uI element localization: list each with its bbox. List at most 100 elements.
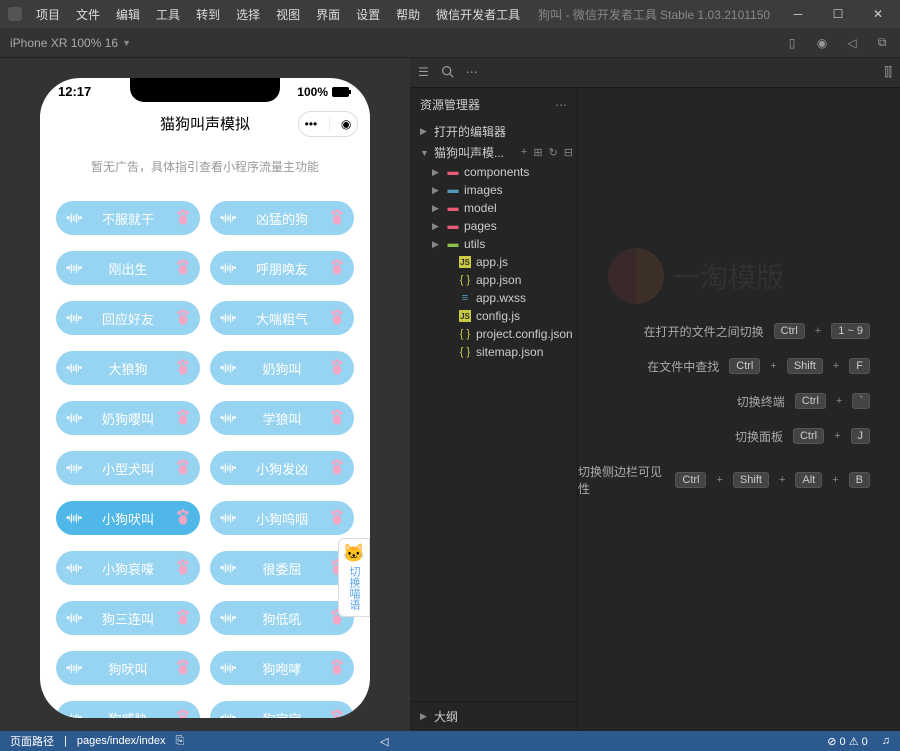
close-button[interactable]: ✕ [864, 4, 892, 24]
shortcut-row: 切换终端Ctrl+` [737, 393, 870, 410]
ad-placeholder: 暂无广告，具体指引查看小程序流量主功能 [40, 142, 370, 201]
shortcut-row: 在打开的文件之间切换Ctrl+1 ~ 9 [644, 323, 870, 340]
sound-button[interactable]: •ı|ıı|ı•小狗发凶 [210, 451, 354, 485]
menu-编辑[interactable]: 编辑 [108, 6, 148, 24]
refresh-icon[interactable]: ↻ [549, 146, 558, 159]
shortcut-row: 在文件中查找Ctrl+Shift+F [647, 358, 870, 375]
page-path[interactable]: pages/index/index [77, 735, 166, 747]
menu-转到[interactable]: 转到 [188, 6, 228, 24]
explorer: 资源管理器 ⋯ ▶ 打开的编辑器 ▼ 猫狗叫声模... + ⊞ ↻ [410, 88, 578, 731]
menu-选择[interactable]: 选择 [228, 6, 268, 24]
send-icon[interactable]: ◁ [380, 735, 388, 748]
menu-设置[interactable]: 设置 [348, 6, 388, 24]
device-icon[interactable]: ▯ [784, 35, 800, 51]
layout-icon[interactable]: ⫿⫿ [884, 65, 892, 80]
window-title: 狗叫 - 微信开发者工具 Stable 1.03.2101150 [538, 6, 770, 23]
sound-button[interactable]: •ı|ıı|ı•奶狗嘤叫 [56, 401, 200, 435]
minimize-button[interactable]: ─ [784, 4, 812, 24]
new-folder-icon[interactable]: ⊞ [533, 146, 542, 159]
sound-button[interactable]: •ı|ıı|ı•狗吠叫 [56, 651, 200, 685]
capsule-menu[interactable]: ••• ◉ [298, 111, 358, 137]
popout-icon[interactable]: ⧉ [874, 35, 890, 51]
editor-panel: ☰ ⋯ ⫿⫿ 资源管理器 ⋯ ▶ 打开的编辑器 [410, 58, 900, 731]
statusbar: 页面路径 | pages/index/index ⎘ ◁ ⊘ 0 ⚠ 0 ♫ [0, 731, 900, 751]
list-icon[interactable]: ☰ [418, 65, 429, 81]
editor-toolbar: ☰ ⋯ ⫿⫿ [410, 58, 900, 88]
sound-button[interactable]: •ı|ıı|ı•呼朋唤友 [210, 251, 354, 285]
file-config.js[interactable]: JSconfig.js [410, 307, 577, 325]
menu-视图[interactable]: 视图 [268, 6, 308, 24]
sound-button[interactable]: •ı|ıı|ı•回应好友 [56, 301, 200, 335]
bell-icon[interactable]: ♫ [882, 735, 890, 747]
status-battery: 100% [297, 84, 352, 99]
menu-界面[interactable]: 界面 [308, 6, 348, 24]
folder-components[interactable]: ▶▬components [410, 163, 577, 181]
maximize-button[interactable]: ☐ [824, 4, 852, 24]
collapse-icon[interactable]: ⊟ [564, 146, 573, 159]
sound-button[interactable]: •ı|ıı|ı•小型犬叫 [56, 451, 200, 485]
welcome-pane: 一淘模版 在打开的文件之间切换Ctrl+1 ~ 9 在文件中查找Ctrl+Shif… [578, 88, 900, 731]
target-icon[interactable]: ◉ [341, 117, 351, 131]
new-file-icon[interactable]: + [521, 146, 527, 159]
file-app.wxss[interactable]: ≡app.wxss [410, 289, 577, 307]
page-path-label: 页面路径 [10, 733, 54, 749]
file-sitemap.json[interactable]: { }sitemap.json [410, 343, 577, 361]
folder-pages[interactable]: ▶▬pages [410, 217, 577, 235]
sound-button[interactable]: •ı|ıı|ı•很委屈 [210, 551, 354, 585]
sound-button[interactable]: •ı|ıı|ı•不服就干 [56, 201, 200, 235]
sound-button[interactable]: •ı|ıı|ı•大狼狗 [56, 351, 200, 385]
menu-bar: 项目文件编辑工具转到选择视图界面设置帮助微信开发者工具 狗叫 - 微信开发者工具… [8, 6, 770, 23]
watermark: 一淘模版 [608, 248, 784, 304]
sound-button[interactable]: •ı|ıı|ı•刚出生 [56, 251, 200, 285]
cat-toggle[interactable]: 🐱 切换喵语 [338, 538, 370, 617]
file-app.js[interactable]: JSapp.js [410, 253, 577, 271]
phone-notch [130, 78, 280, 102]
sound-button[interactable]: •ı|ıı|ı•小狗呜咽 [210, 501, 354, 535]
sound-button[interactable]: •ı|ıı|ı•狗宝宝 [210, 701, 354, 718]
sound-button[interactable]: •ı|ıı|ı•狗咆哮 [210, 651, 354, 685]
window-controls: ─ ☐ ✕ [784, 4, 892, 24]
share-icon[interactable]: ◁ [844, 35, 860, 51]
project-root[interactable]: ▼ 猫狗叫声模... + ⊞ ↻ ⊟ [410, 142, 577, 163]
folder-utils[interactable]: ▶▬utils [410, 235, 577, 253]
copy-icon[interactable]: ⎘ [176, 735, 185, 748]
sound-button[interactable]: •ı|ıı|ı•小狗吠叫 [56, 501, 200, 535]
menu-工具[interactable]: 工具 [148, 6, 188, 24]
chevron-right-icon: ▶ [420, 126, 430, 137]
sound-button[interactable]: •ı|ıı|ı•奶狗叫 [210, 351, 354, 385]
sound-button[interactable]: •ı|ıı|ı•学狼叫 [210, 401, 354, 435]
error-count[interactable]: ⊘ 0 ⚠ 0 [827, 735, 868, 748]
folder-model[interactable]: ▶▬model [410, 199, 577, 217]
record-icon[interactable]: ◉ [814, 35, 830, 51]
sound-button[interactable]: •ı|ıı|ı•大喘粗气 [210, 301, 354, 335]
more-icon[interactable]: ⋯ [466, 65, 478, 81]
cat-icon: 🐱 [341, 543, 367, 564]
sound-button[interactable]: •ı|ıı|ı•狗三连叫 [56, 601, 200, 635]
file-project.config.json[interactable]: { }project.config.json [410, 325, 577, 343]
search-icon[interactable] [441, 65, 454, 81]
titlebar: 项目文件编辑工具转到选择视图界面设置帮助微信开发者工具 狗叫 - 微信开发者工具… [0, 0, 900, 28]
phone-frame: 12:17 100% 猫狗叫声模拟 ••• ◉ 暂无广告，具体指引查看小程序流量… [40, 78, 370, 718]
menu-微信开发者工具[interactable]: 微信开发者工具 [428, 6, 528, 24]
sound-button[interactable]: •ı|ıı|ı•小狗哀嚎 [56, 551, 200, 585]
sound-button[interactable]: •ı|ıı|ı•狗威胁 [56, 701, 200, 718]
device-label[interactable]: iPhone XR 100% 16 [10, 36, 118, 50]
chevron-down-icon[interactable]: ▼ [122, 38, 131, 48]
more-icon[interactable]: ⋯ [555, 98, 567, 112]
miniapp-navbar: 猫狗叫声模拟 ••• ◉ [40, 105, 370, 142]
menu-帮助[interactable]: 帮助 [388, 6, 428, 24]
more-icon[interactable]: ••• [305, 117, 318, 131]
app-icon [8, 7, 22, 21]
sound-button[interactable]: •ı|ıı|ı•狗低吼 [210, 601, 354, 635]
menu-文件[interactable]: 文件 [68, 6, 108, 24]
outline-section[interactable]: ▶ 大纲 [410, 701, 577, 731]
simulator-toolbar: iPhone XR 100% 16 ▼ ▯ ◉ ◁ ⧉ [0, 28, 900, 58]
simulator-panel: 12:17 100% 猫狗叫声模拟 ••• ◉ 暂无广告，具体指引查看小程序流量… [0, 58, 410, 731]
open-editors-section[interactable]: ▶ 打开的编辑器 [410, 121, 577, 142]
file-app.json[interactable]: { }app.json [410, 271, 577, 289]
chevron-right-icon: ▶ [420, 711, 430, 722]
menu-项目[interactable]: 项目 [28, 6, 68, 24]
sound-button[interactable]: •ı|ıı|ı•凶猛的狗 [210, 201, 354, 235]
chevron-down-icon: ▼ [420, 148, 430, 158]
folder-images[interactable]: ▶▬images [410, 181, 577, 199]
